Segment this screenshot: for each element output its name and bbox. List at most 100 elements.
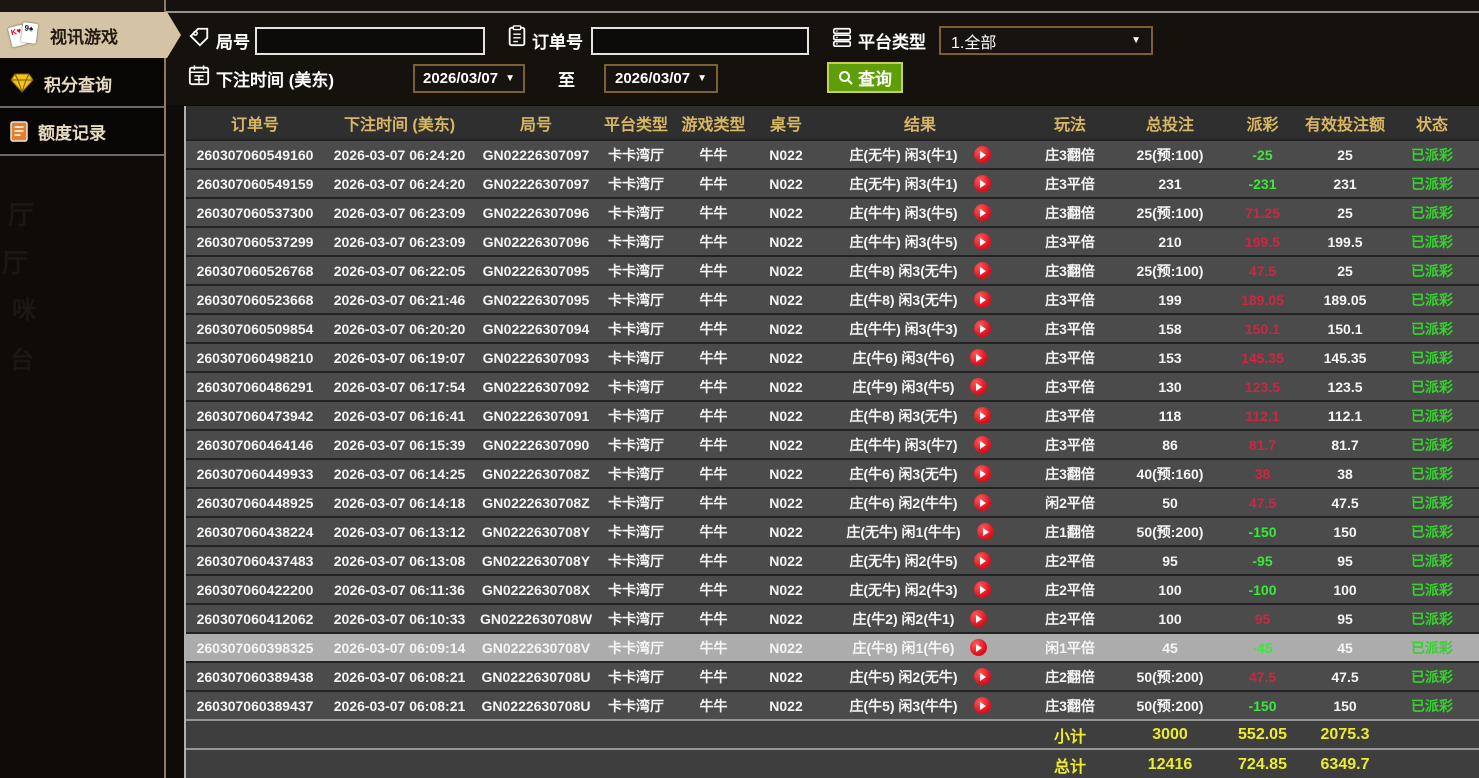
- order-number-label: 订单号: [532, 28, 583, 53]
- cell-platform: 卡卡湾厅: [597, 546, 675, 575]
- cell-order-number: 260307060422200: [186, 575, 324, 604]
- record-row[interactable]: 260307060523668 2026-03-07 06:21:46 GN02…: [186, 285, 1479, 314]
- record-row[interactable]: 260307060464146 2026-03-07 06:15:39 GN02…: [186, 430, 1479, 459]
- record-row[interactable]: 260307060437483 2026-03-07 06:13:08 GN02…: [186, 546, 1479, 575]
- record-row[interactable]: 260307060537300 2026-03-07 06:23:09 GN02…: [186, 198, 1479, 227]
- cell-game-type: 牛牛: [675, 546, 752, 575]
- cell-round-number: GN0222630708U: [475, 691, 597, 720]
- cell-round-number: GN0222630708Y: [475, 546, 597, 575]
- result-text: 庄(牛2) 闲2(牛1): [853, 609, 955, 629]
- cell-result: 庄(牛6) 闲3(无牛): [820, 459, 1020, 488]
- result-text: 庄(牛牛) 闲3(牛7): [849, 435, 957, 455]
- record-row[interactable]: 260307060438224 2026-03-07 06:13:12 GN02…: [186, 517, 1479, 546]
- cell-valid-bet: 189.05: [1305, 285, 1385, 314]
- record-row[interactable]: 260307060449933 2026-03-07 06:14:25 GN02…: [186, 459, 1479, 488]
- cell-total-bet: 118: [1120, 401, 1220, 430]
- play-video-icon[interactable]: [974, 146, 991, 163]
- sidebar-item-quota-records[interactable]: 额度记录: [0, 108, 166, 154]
- play-video-icon[interactable]: [974, 204, 991, 221]
- play-video-icon[interactable]: [974, 494, 991, 511]
- cell-play-method: 庄1翻倍: [1020, 517, 1120, 546]
- sidebar-item-label: 积分查询: [44, 71, 112, 96]
- play-video-icon[interactable]: [974, 233, 991, 250]
- record-row[interactable]: 260307060526768 2026-03-07 06:22:05 GN02…: [186, 256, 1479, 285]
- play-video-icon[interactable]: [970, 639, 987, 656]
- cell-status: 已派彩: [1385, 633, 1479, 662]
- cell-round-number: GN0222630708U: [475, 662, 597, 691]
- record-row[interactable]: 260307060549159 2026-03-07 06:24:20 GN02…: [186, 169, 1479, 198]
- play-video-icon[interactable]: [974, 436, 991, 453]
- record-row[interactable]: 260307060448925 2026-03-07 06:14:18 GN02…: [186, 488, 1479, 517]
- cell-game-type: 牛牛: [675, 575, 752, 604]
- cell-platform: 卡卡湾厅: [597, 227, 675, 256]
- col-header-status: 状态: [1385, 106, 1479, 140]
- order-number-input[interactable]: [591, 27, 809, 55]
- cell-round-number: GN02226307092: [475, 372, 597, 401]
- record-row[interactable]: 260307060422200 2026-03-07 06:11:36 GN02…: [186, 575, 1479, 604]
- round-number-input[interactable]: [255, 27, 485, 55]
- cell-play-method: 庄2平倍: [1020, 604, 1120, 633]
- cell-order-number: 260307060523668: [186, 285, 324, 314]
- subtotal-payout: 552.05: [1220, 720, 1305, 749]
- cell-round-number: GN02226307096: [475, 198, 597, 227]
- play-video-icon[interactable]: [970, 349, 987, 366]
- sidebar-item-video-games[interactable]: K♥ 9♠ 视讯游戏: [0, 12, 181, 58]
- record-row[interactable]: 260307060412062 2026-03-07 06:10:33 GN02…: [186, 604, 1479, 633]
- record-row[interactable]: 260307060498210 2026-03-07 06:19:07 GN02…: [186, 343, 1479, 372]
- play-video-icon[interactable]: [974, 581, 991, 598]
- cell-total-bet: 25(预:100): [1120, 198, 1220, 227]
- date-to-picker[interactable]: 2026/03/07 ▼: [604, 64, 718, 93]
- cell-round-number: GN02226307097: [475, 140, 597, 169]
- cell-table-number: N022: [752, 662, 820, 691]
- result-text: 庄(无牛) 闲2(牛3): [849, 580, 957, 600]
- cell-bet-time: 2026-03-07 06:08:21: [324, 662, 475, 691]
- play-video-icon[interactable]: [970, 378, 987, 395]
- play-video-icon[interactable]: [974, 465, 991, 482]
- cell-payout: 47.5: [1220, 662, 1305, 691]
- play-video-icon[interactable]: [974, 668, 991, 685]
- subtotal-row: 小计 3000 552.05 2075.3: [186, 720, 1479, 749]
- cell-valid-bet: 25: [1305, 140, 1385, 169]
- record-row[interactable]: 260307060509854 2026-03-07 06:20:20 GN02…: [186, 314, 1479, 343]
- record-row[interactable]: 260307060486291 2026-03-07 06:17:54 GN02…: [186, 372, 1479, 401]
- cell-table-number: N022: [752, 256, 820, 285]
- cell-round-number: GN0222630708Y: [475, 517, 597, 546]
- record-row[interactable]: 260307060389438 2026-03-07 06:08:21 GN02…: [186, 662, 1479, 691]
- search-icon: [838, 70, 854, 86]
- record-row[interactable]: 260307060389437 2026-03-07 06:08:21 GN02…: [186, 691, 1479, 720]
- play-video-icon[interactable]: [974, 175, 991, 192]
- record-row[interactable]: 260307060473942 2026-03-07 06:16:41 GN02…: [186, 401, 1479, 430]
- record-row[interactable]: 260307060537299 2026-03-07 06:23:09 GN02…: [186, 227, 1479, 256]
- cell-table-number: N022: [752, 488, 820, 517]
- play-video-icon[interactable]: [974, 407, 991, 424]
- play-video-icon[interactable]: [974, 262, 991, 279]
- sidebar-item-points-query[interactable]: 积分查询: [0, 60, 166, 106]
- cell-valid-bet: 100: [1305, 575, 1385, 604]
- cell-table-number: N022: [752, 285, 820, 314]
- cell-platform: 卡卡湾厅: [597, 604, 675, 633]
- record-row[interactable]: 260307060549160 2026-03-07 06:24:20 GN02…: [186, 140, 1479, 169]
- play-video-icon[interactable]: [974, 320, 991, 337]
- date-from-picker[interactable]: 2026/03/07 ▼: [413, 64, 525, 93]
- col-header-payout: 派彩: [1220, 106, 1305, 140]
- result-text: 庄(牛8) 闲1(牛6): [853, 638, 955, 658]
- play-video-icon[interactable]: [977, 523, 994, 540]
- query-button[interactable]: 查询: [827, 62, 903, 93]
- platform-type-select[interactable]: 1.全部 ▼: [939, 26, 1153, 55]
- cell-result: 庄(牛牛) 闲3(牛5): [820, 227, 1020, 256]
- play-video-icon[interactable]: [974, 291, 991, 308]
- chevron-down-icon: ▼: [697, 73, 707, 84]
- cell-table-number: N022: [752, 372, 820, 401]
- cell-status: 已派彩: [1385, 227, 1479, 256]
- cell-play-method: 庄3平倍: [1020, 401, 1120, 430]
- result-text: 庄(牛9) 闲3(牛5): [853, 377, 955, 397]
- play-video-icon[interactable]: [970, 610, 987, 627]
- record-row[interactable]: 260307060398325 2026-03-07 06:09:14 GN02…: [186, 633, 1479, 662]
- play-video-icon[interactable]: [974, 697, 991, 714]
- betting-records-page: GN0222630709720 - 50,000256闲平倍闲翻倍厅厅咪台追加 …: [0, 0, 1479, 778]
- cell-round-number: GN02226307095: [475, 256, 597, 285]
- cell-table-number: N022: [752, 459, 820, 488]
- play-video-icon[interactable]: [974, 552, 991, 569]
- result-text: 庄(牛牛) 闲3(牛5): [849, 203, 957, 223]
- cell-bet-time: 2026-03-07 06:20:20: [324, 314, 475, 343]
